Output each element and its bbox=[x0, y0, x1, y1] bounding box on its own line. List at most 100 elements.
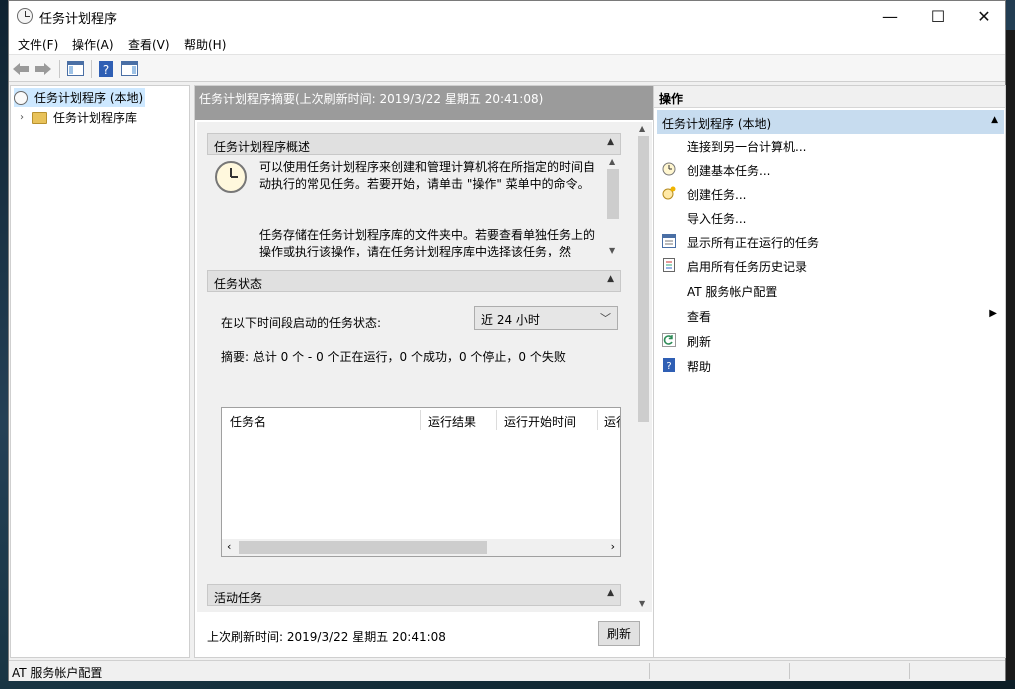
actions-header: 操作 bbox=[654, 86, 1005, 108]
tree-root-label: 任务计划程序 (本地) bbox=[34, 91, 144, 105]
status-period-dropdown[interactable]: 近 24 小时 ﹀ bbox=[474, 306, 618, 330]
action-label: 创建任务... bbox=[687, 188, 747, 202]
refresh-icon bbox=[662, 333, 676, 347]
status-summary: 摘要: 总计 0 个 - 0 个正在运行，0 个成功，0 个停止，0 个失败 bbox=[221, 350, 566, 364]
action-label: 启用所有任务历史记录 bbox=[687, 260, 808, 274]
task-status-table: 任务名 运行结果 运行开始时间 运行 ‹ › bbox=[221, 407, 621, 557]
active-tasks-section-header[interactable]: 活动任务 ▲ bbox=[207, 584, 621, 606]
menu-file[interactable]: 文件(F) bbox=[18, 36, 58, 53]
show-hide-console-tree-icon[interactable] bbox=[66, 60, 84, 77]
action-label: 显示所有正在运行的任务 bbox=[687, 236, 820, 250]
actions-title: 操作 bbox=[659, 92, 684, 106]
column-run-start-time[interactable]: 运行开始时间 bbox=[504, 413, 576, 430]
last-refresh-time: 上次刷新时间: 2019/3/22 星期五 20:41:08 bbox=[207, 630, 446, 644]
summary-body: 任务计划程序概述 ▲ 可以使用任务计划程序来创建和管理计算机将在所指定的时间自动… bbox=[197, 122, 635, 612]
table-horizontal-scrollbar[interactable]: ‹ › bbox=[222, 539, 620, 556]
action-label: AT 服务帐户配置 bbox=[687, 285, 778, 299]
scroll-down-icon[interactable]: ▼ bbox=[639, 599, 645, 608]
menu-view[interactable]: 查看(V) bbox=[128, 36, 170, 53]
scroll-up-icon[interactable]: ▲ bbox=[639, 124, 645, 133]
action-refresh[interactable]: 刷新 bbox=[656, 329, 1001, 351]
chevron-down-icon: ﹀ bbox=[600, 312, 611, 325]
actions-group-label: 任务计划程序 (本地) bbox=[662, 117, 772, 131]
task-status-title: 任务状态 bbox=[214, 277, 263, 291]
h-scroll-thumb[interactable] bbox=[239, 541, 487, 554]
toolbar: ? bbox=[9, 54, 1005, 82]
svg-text:?: ? bbox=[666, 361, 671, 372]
menu-bar: 文件(F) 操作(A) 查看(V) 帮助(H) bbox=[9, 32, 1005, 54]
action-label: 查看 bbox=[687, 310, 712, 324]
help-toolbar-icon[interactable]: ? bbox=[97, 60, 115, 77]
action-create-task[interactable]: 创建任务... bbox=[656, 182, 1001, 204]
action-enable-task-history[interactable]: 启用所有任务历史记录 bbox=[656, 254, 1001, 276]
action-display-running-tasks[interactable]: 显示所有正在运行的任务 bbox=[656, 230, 1001, 252]
tree-item-task-scheduler-local[interactable]: 任务计划程序 (本地) bbox=[14, 88, 146, 107]
action-label: 刷新 bbox=[687, 335, 712, 349]
scroll-down-icon[interactable]: ▼ bbox=[609, 246, 615, 255]
action-at-service-account-config[interactable]: AT 服务帐户配置 bbox=[656, 279, 1001, 301]
active-tasks-title: 活动任务 bbox=[214, 591, 263, 605]
summary-header-text: 任务计划程序摘要(上次刷新时间: 2019/3/22 星期五 20:41:08) bbox=[199, 92, 544, 106]
clock-icon bbox=[14, 90, 28, 105]
close-button[interactable]: ✕ bbox=[961, 1, 1007, 32]
history-icon bbox=[662, 258, 676, 272]
collapse-icon[interactable]: ▲ bbox=[607, 137, 614, 147]
actions-group-task-scheduler[interactable]: 任务计划程序 (本地) ▲ bbox=[657, 110, 1004, 134]
create-task-icon bbox=[662, 186, 676, 200]
status-period-label: 在以下时间段启动的任务状态: bbox=[221, 316, 382, 330]
overview-section-header[interactable]: 任务计划程序概述 ▲ bbox=[207, 133, 621, 155]
menu-action[interactable]: 操作(A) bbox=[72, 36, 114, 53]
summary-header: 任务计划程序摘要(上次刷新时间: 2019/3/22 星期五 20:41:08) bbox=[195, 86, 655, 120]
running-tasks-icon bbox=[662, 234, 676, 248]
refresh-button[interactable]: 刷新 bbox=[598, 621, 640, 646]
scroll-right-icon[interactable]: › bbox=[611, 540, 615, 553]
submenu-arrow-icon: ▶ bbox=[989, 308, 997, 319]
svg-text:?: ? bbox=[103, 63, 109, 77]
action-label: 连接到另一台计算机... bbox=[687, 140, 807, 154]
collapse-icon[interactable]: ▲ bbox=[607, 588, 614, 598]
column-run-truncated[interactable]: 运行 bbox=[604, 413, 620, 430]
maximize-button[interactable]: ☐ bbox=[915, 1, 961, 32]
scroll-up-icon[interactable]: ▲ bbox=[609, 157, 615, 166]
back-arrow-icon[interactable] bbox=[12, 60, 30, 77]
overview-scrollbar[interactable]: ▲ ▼ bbox=[605, 155, 621, 257]
action-view[interactable]: 查看 ▶ bbox=[656, 304, 1001, 326]
summary-pane: 任务计划程序摘要(上次刷新时间: 2019/3/22 星期五 20:41:08)… bbox=[194, 85, 656, 658]
console-tree: 任务计划程序 (本地) › 任务计划程序库 bbox=[10, 85, 190, 658]
overview-paragraph-2: 任务存储在任务计划程序库的文件夹中。若要查看单独任务上的操作或执行该操作，请在任… bbox=[259, 228, 596, 257]
forward-arrow-icon[interactable] bbox=[34, 60, 52, 77]
expand-chevron-icon[interactable]: › bbox=[20, 112, 24, 123]
action-label: 导入任务... bbox=[687, 212, 747, 226]
menu-help[interactable]: 帮助(H) bbox=[184, 36, 226, 53]
overview-content: 可以使用任务计划程序来创建和管理计算机将在所指定的时间自动执行的常见任务。若要开… bbox=[207, 155, 621, 257]
overview-title: 任务计划程序概述 bbox=[214, 140, 311, 154]
show-hide-action-pane-icon[interactable] bbox=[120, 60, 138, 77]
column-task-name[interactable]: 任务名 bbox=[230, 413, 266, 430]
collapse-icon[interactable]: ▲ bbox=[991, 115, 998, 125]
scroll-left-icon[interactable]: ‹ bbox=[227, 540, 231, 553]
overview-paragraph-1: 可以使用任务计划程序来创建和管理计算机将在所指定的时间自动执行的常见任务。若要开… bbox=[259, 160, 596, 191]
action-create-basic-task[interactable]: 创建基本任务... bbox=[656, 158, 1001, 180]
collapse-icon[interactable]: ▲ bbox=[607, 274, 614, 284]
help-icon: ? bbox=[662, 358, 676, 372]
tree-item-task-library[interactable]: › 任务计划程序库 bbox=[20, 108, 137, 127]
action-connect-another-computer[interactable]: 连接到另一台计算机... bbox=[656, 134, 1001, 156]
desktop-edge bbox=[1006, 30, 1015, 680]
basic-task-icon bbox=[662, 162, 676, 176]
scroll-thumb[interactable] bbox=[638, 136, 649, 422]
tree-child-label: 任务计划程序库 bbox=[53, 111, 138, 125]
minimize-button[interactable]: — bbox=[867, 1, 913, 32]
column-run-result[interactable]: 运行结果 bbox=[428, 413, 476, 430]
action-import-task[interactable]: 导入任务... bbox=[656, 206, 1001, 228]
scroll-thumb[interactable] bbox=[607, 169, 619, 219]
summary-scrollbar[interactable]: ▲ ▼ bbox=[635, 122, 652, 612]
title-bar: 任务计划程序 — ☐ ✕ bbox=[9, 1, 1005, 32]
status-bar: AT 服务帐户配置 bbox=[9, 660, 1005, 681]
action-help[interactable]: ? 帮助 bbox=[656, 354, 1001, 376]
action-label: 创建基本任务... bbox=[687, 164, 771, 178]
action-label: 帮助 bbox=[687, 360, 712, 374]
task-status-section-header[interactable]: 任务状态 ▲ bbox=[207, 270, 621, 292]
task-scheduler-window: 任务计划程序 — ☐ ✕ 文件(F) 操作(A) 查看(V) 帮助(H) ? 任… bbox=[8, 0, 1006, 681]
task-scheduler-overview-icon bbox=[215, 161, 247, 193]
status-bar-text: AT 服务帐户配置 bbox=[12, 666, 103, 680]
